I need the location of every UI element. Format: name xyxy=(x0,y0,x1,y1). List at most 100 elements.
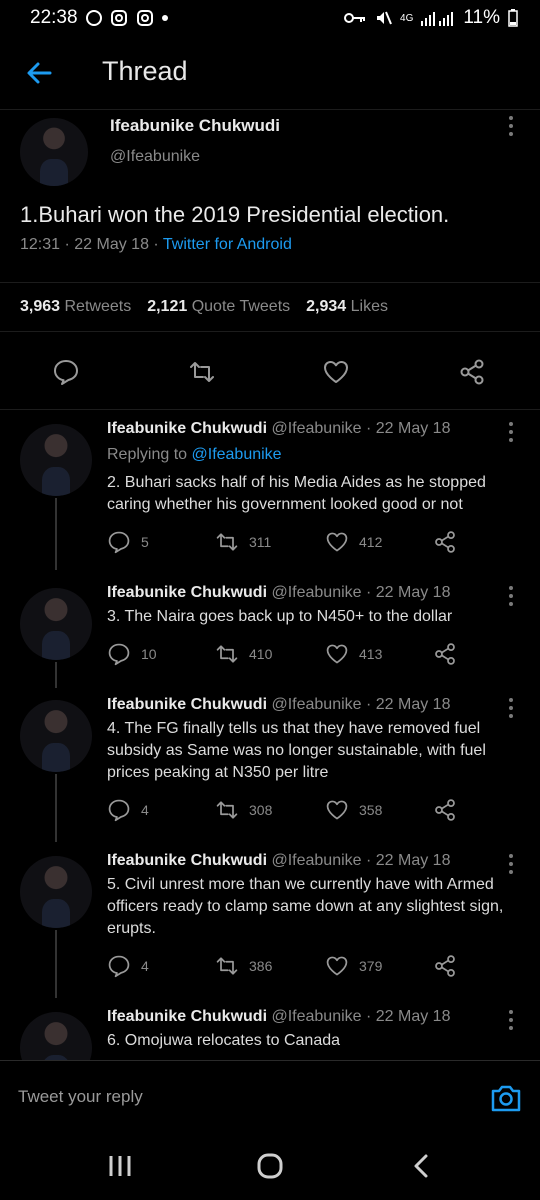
reply-icon xyxy=(108,531,130,554)
share-icon[interactable] xyxy=(458,358,486,386)
heart-icon xyxy=(326,800,348,820)
thread-line xyxy=(55,498,57,570)
reply-header: Ifeabunike Chukwudi @Ifeabunike · 22 May… xyxy=(107,852,450,870)
arrow-left-icon xyxy=(27,62,52,84)
signal-icon xyxy=(421,10,455,26)
reply-tweet[interactable]: Ifeabunike Chukwudi @Ifeabunike · 22 May… xyxy=(0,998,540,1060)
retweet-button[interactable]: 386 xyxy=(215,954,272,978)
retweet-icon xyxy=(216,957,238,975)
recent-apps-icon[interactable] xyxy=(106,1152,134,1180)
likes-stat[interactable]: 2,934 Likes xyxy=(306,298,388,316)
more-options-icon[interactable] xyxy=(508,586,514,606)
like-count: 358 xyxy=(359,802,383,818)
reply-input[interactable]: Tweet your reply xyxy=(18,1087,143,1107)
avatar[interactable] xyxy=(20,588,92,660)
share-icon xyxy=(435,643,455,665)
reply-button[interactable]: 4 xyxy=(107,798,149,822)
author-name[interactable]: Ifeabunike Chukwudi xyxy=(107,420,267,437)
tweet-actions xyxy=(0,350,540,390)
tweet-source-link[interactable]: Twitter for Android xyxy=(163,236,292,253)
author-name[interactable]: Ifeabunike Chukwudi xyxy=(107,584,267,601)
like-button[interactable]: 358 xyxy=(325,798,382,822)
share-button[interactable] xyxy=(433,530,457,554)
status-bar: 22:38 4G 11% xyxy=(0,0,540,36)
reply-header: Ifeabunike Chukwudi @Ifeabunike · 22 May… xyxy=(107,696,450,714)
retweet-count: 311 xyxy=(249,534,272,550)
handle-date: @Ifeabunike · 22 May 18 xyxy=(271,1008,451,1025)
quotes-stat[interactable]: 2,121 Quote Tweets xyxy=(147,298,290,316)
like-button[interactable]: 379 xyxy=(325,954,382,978)
share-button[interactable] xyxy=(433,798,457,822)
app-header: Thread xyxy=(0,36,540,110)
tweet-text: 3. The Naira goes back up to N450+ to th… xyxy=(107,608,453,625)
more-options-icon[interactable] xyxy=(508,854,514,874)
tweet-timestamp: 12:31 · 22 May 18 · xyxy=(20,236,163,253)
heart-icon xyxy=(326,532,348,552)
share-button[interactable] xyxy=(433,642,457,666)
main-tweet: Ifeabunike Chukwudi @Ifeabunike 1.Buhari… xyxy=(0,110,540,410)
page-title: Thread xyxy=(102,56,188,86)
reply-icon xyxy=(108,955,130,978)
network-type: 4G xyxy=(400,12,414,24)
avatar[interactable] xyxy=(20,856,92,928)
reply-tweet[interactable]: Ifeabunike Chukwudi @Ifeabunike · 22 May… xyxy=(0,686,540,842)
tweet-text: 4. The FG finally tells us that they hav… xyxy=(107,720,486,781)
share-button[interactable] xyxy=(433,954,457,978)
avatar[interactable] xyxy=(20,118,88,186)
reply-count: 10 xyxy=(141,646,157,662)
reply-tweet[interactable]: Ifeabunike Chukwudi @Ifeabunike · 22 May… xyxy=(0,410,540,570)
retweet-button[interactable]: 410 xyxy=(215,642,272,666)
reply-button[interactable]: 5 xyxy=(107,530,149,554)
author-name[interactable]: Ifeabunike Chukwudi xyxy=(107,696,267,713)
author-handle[interactable]: @Ifeabunike xyxy=(110,148,200,166)
system-nav-bar xyxy=(0,1134,540,1200)
tweet-text: 2. Buhari sacks half of his Media Aides … xyxy=(107,474,486,513)
retweet-count: 308 xyxy=(249,802,273,818)
more-options-icon[interactable] xyxy=(508,422,514,442)
reply-button[interactable]: 4 xyxy=(107,954,149,978)
author-name[interactable]: Ifeabunike Chukwudi xyxy=(110,116,280,136)
more-options-icon[interactable] xyxy=(508,116,514,136)
retweet-icon[interactable] xyxy=(188,358,216,386)
like-button[interactable]: 413 xyxy=(325,642,382,666)
reply-tweet[interactable]: Ifeabunike Chukwudi @Ifeabunike · 22 May… xyxy=(0,842,540,998)
mute-icon xyxy=(374,9,392,27)
retweet-icon xyxy=(216,801,238,819)
reply-count: 4 xyxy=(141,802,149,818)
avatar[interactable] xyxy=(20,700,92,772)
camera-icon[interactable] xyxy=(490,1083,522,1113)
heart-icon[interactable] xyxy=(322,358,350,386)
home-icon[interactable] xyxy=(256,1152,284,1180)
handle-date: @Ifeabunike · 22 May 18 xyxy=(271,852,451,869)
key-icon xyxy=(344,11,366,25)
instagram-icon xyxy=(110,9,128,27)
retweet-icon xyxy=(216,645,238,663)
avatar[interactable] xyxy=(20,424,92,496)
author-name[interactable]: Ifeabunike Chukwudi xyxy=(107,852,267,869)
back-button[interactable] xyxy=(24,58,54,88)
handle-date: @Ifeabunike · 22 May 18 xyxy=(271,420,451,437)
author-name[interactable]: Ifeabunike Chukwudi xyxy=(107,1008,267,1025)
replying-to-mention[interactable]: @Ifeabunike xyxy=(192,446,282,463)
avatar[interactable] xyxy=(20,1012,92,1060)
retweet-button[interactable]: 308 xyxy=(215,798,272,822)
handle-date: @Ifeabunike · 22 May 18 xyxy=(271,696,451,713)
like-button[interactable]: 412 xyxy=(325,530,382,554)
status-time: 22:38 xyxy=(30,7,78,28)
back-nav-icon[interactable] xyxy=(408,1152,436,1180)
reply-button[interactable]: 10 xyxy=(107,642,157,666)
quotes-label: Quote Tweets xyxy=(191,298,291,315)
likes-label: Likes xyxy=(350,298,388,315)
tweet-stats: 3,963 Retweets 2,121 Quote Tweets 2,934 … xyxy=(0,282,540,332)
reply-icon[interactable] xyxy=(52,358,80,386)
more-options-icon[interactable] xyxy=(508,698,514,718)
instagram-icon xyxy=(136,9,154,27)
battery-percent: 11% xyxy=(463,7,500,28)
reply-composer: Tweet your reply xyxy=(0,1060,540,1134)
more-options-icon[interactable] xyxy=(508,1010,514,1030)
retweet-button[interactable]: 311 xyxy=(215,530,271,554)
reply-tweet[interactable]: Ifeabunike Chukwudi @Ifeabunike · 22 May… xyxy=(0,574,540,688)
retweets-count: 3,963 xyxy=(20,298,61,315)
retweets-stat[interactable]: 3,963 Retweets xyxy=(20,298,131,316)
reply-icon xyxy=(108,643,130,666)
